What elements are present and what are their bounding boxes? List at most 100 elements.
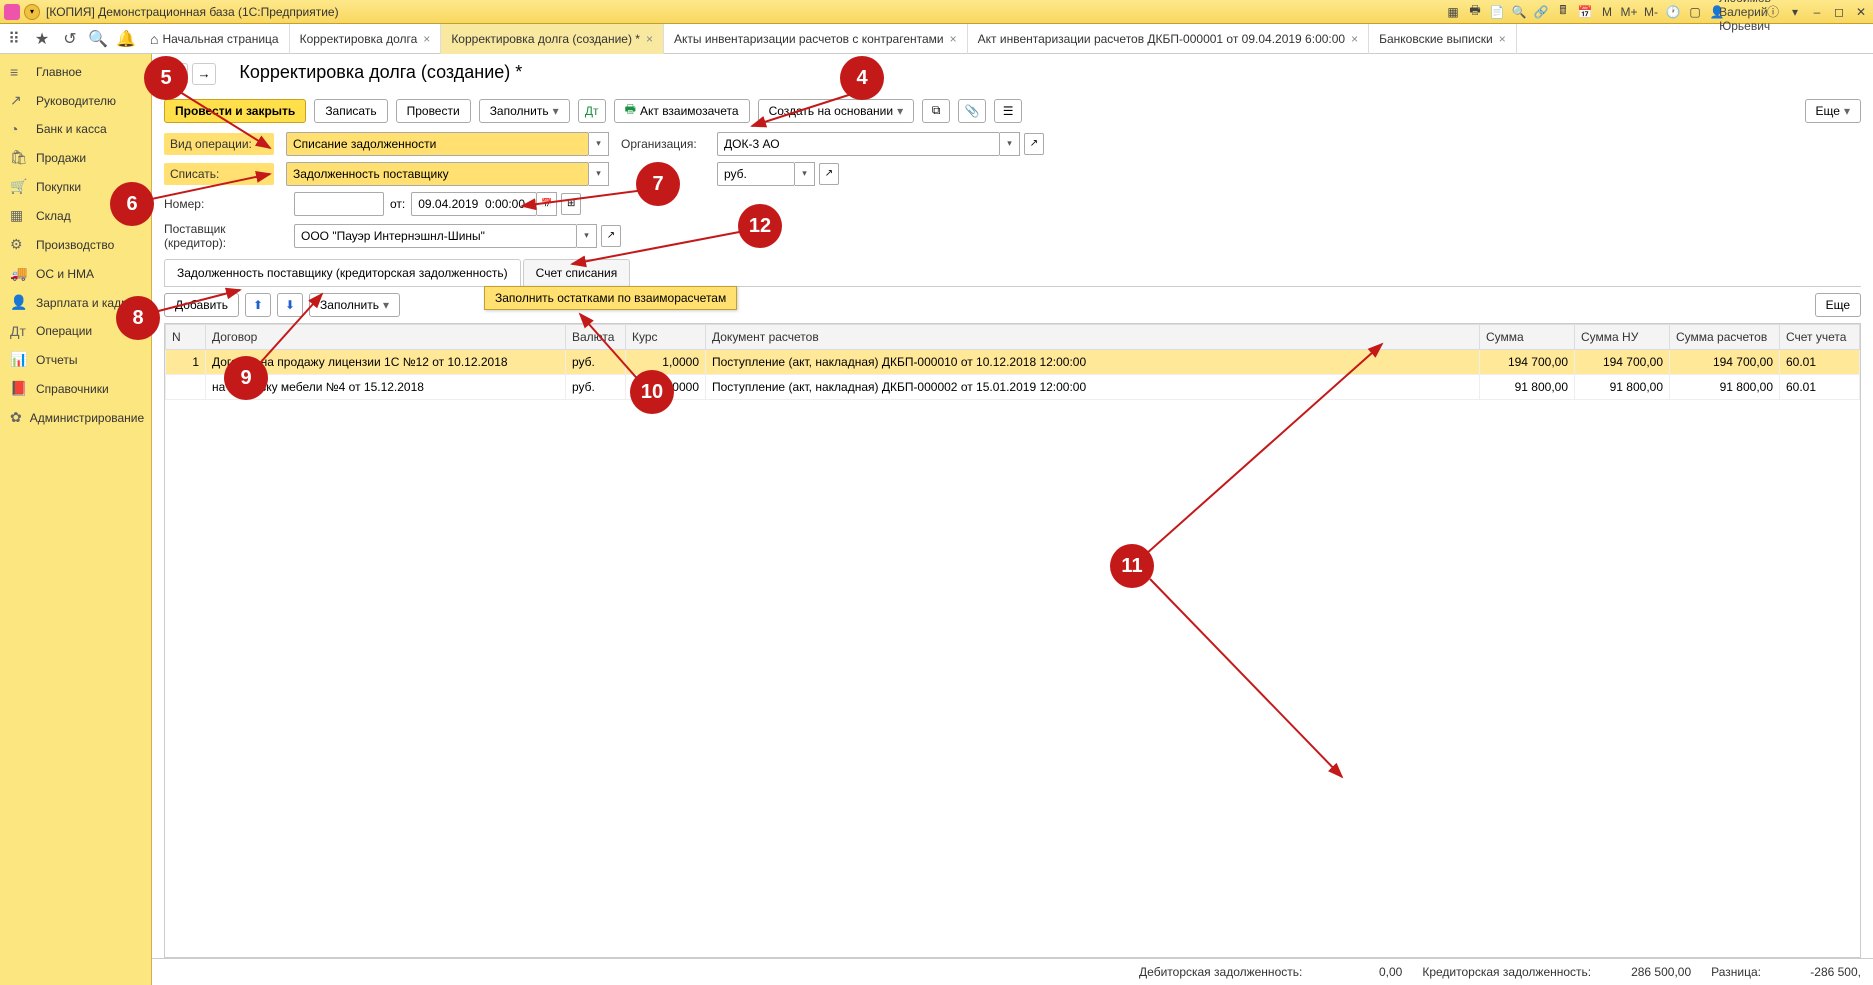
maximize-icon[interactable]: ◻	[1831, 4, 1847, 20]
tab-2[interactable]: Корректировка долга (создание) *×	[441, 24, 664, 54]
post-button[interactable]: Провести	[396, 99, 471, 123]
supplier-open[interactable]: ↗	[601, 225, 621, 247]
sidebar-item-3[interactable]: 🛍Продажи	[0, 143, 151, 172]
org-input[interactable]	[717, 132, 1000, 156]
sidebar-item-11[interactable]: 📕Справочники	[0, 374, 151, 403]
th-rate[interactable]: Курс	[626, 324, 706, 349]
supplier-drop[interactable]: ▾	[577, 224, 597, 248]
sidebar-item-0[interactable]: ≡Главное	[0, 58, 151, 86]
post-and-close-button[interactable]: Провести и закрыть	[164, 99, 306, 123]
fill-by-balance-item[interactable]: Заполнить остатками по взаиморасчетам	[495, 291, 726, 305]
tab-close-icon[interactable]: ×	[1499, 32, 1506, 46]
bell-icon[interactable]: 🔔	[112, 25, 140, 53]
date-cal-icon[interactable]: 📅	[537, 192, 557, 216]
act-offset-button[interactable]: 🖶Акт взаимозачета	[614, 99, 750, 123]
dt-kt-icon[interactable]: Дт	[578, 99, 606, 123]
info-icon[interactable]: ⓘ	[1765, 4, 1781, 20]
subtab-account[interactable]: Счет списания	[523, 259, 631, 286]
tb-icon-1[interactable]: ▦	[1445, 4, 1461, 20]
date-ext[interactable]: ⊞	[561, 193, 581, 215]
currency-input[interactable]	[717, 162, 795, 186]
table-more-button[interactable]: Еще	[1815, 293, 1861, 317]
sidebar-item-4[interactable]: 🛒Покупки	[0, 172, 151, 201]
tab-0[interactable]: Начальная страница	[140, 24, 290, 54]
attach-icon[interactable]: 📎	[958, 99, 986, 123]
tab-close-icon[interactable]: ×	[950, 32, 957, 46]
sidebar-item-9[interactable]: ДтОперации	[0, 317, 151, 345]
th-contract[interactable]: Договор	[206, 324, 566, 349]
th-sum-nu[interactable]: Сумма НУ	[1575, 324, 1670, 349]
history-icon[interactable]: ↺	[56, 25, 84, 53]
sidebar-item-12[interactable]: ✿Администрирование	[0, 403, 151, 432]
org-open[interactable]: ↗	[1024, 133, 1044, 155]
sidebar-item-7[interactable]: 🚚ОС и НМА	[0, 259, 151, 288]
tab-close-icon[interactable]: ×	[1351, 32, 1358, 46]
sidebar-item-1[interactable]: ↗Руководителю	[0, 86, 151, 115]
op-type-input[interactable]	[286, 132, 589, 156]
tb-m[interactable]: M	[1599, 4, 1615, 20]
nav-back-button[interactable]: ←	[164, 63, 188, 85]
tab-5[interactable]: Банковские выписки×	[1369, 24, 1517, 54]
op-type-drop[interactable]: ▾	[589, 132, 609, 156]
table-row[interactable]: 1Договор на продажу лицензии 1С №12 от 1…	[166, 349, 1860, 374]
create-based-button[interactable]: Создать на основании	[758, 99, 915, 123]
date-input[interactable]	[411, 192, 537, 216]
th-sum-calc[interactable]: Сумма расчетов	[1670, 324, 1780, 349]
currency-open[interactable]: ↗	[819, 163, 839, 185]
table-fill-button[interactable]: Заполнить	[309, 293, 400, 317]
app-menu-drop[interactable]: ▾	[24, 4, 40, 20]
table-row[interactable]: на поставку мебели №4 от 15.12.2018руб.1…	[166, 374, 1860, 399]
sidebar-item-6[interactable]: ⚙Производство	[0, 230, 151, 259]
user-name[interactable]: Любимов Валерий Юрьевич	[1737, 4, 1753, 20]
sidebar-item-5[interactable]: ▦Склад	[0, 201, 151, 230]
number-input[interactable]	[294, 192, 384, 216]
close-window-icon[interactable]: ✕	[1853, 4, 1869, 20]
sidebar-label: Руководителю	[36, 94, 116, 108]
list-icon[interactable]: ☰	[994, 99, 1022, 123]
move-up-button[interactable]: ⬆	[245, 293, 271, 317]
tb-icon-cal[interactable]: 📅	[1577, 4, 1593, 20]
tab-close-icon[interactable]: ×	[646, 32, 653, 46]
search-icon[interactable]: 🔍	[84, 25, 112, 53]
sidebar-item-8[interactable]: 👤Зарплата и кадры	[0, 288, 151, 317]
th-currency[interactable]: Валюта	[566, 324, 626, 349]
supplier-input[interactable]	[294, 224, 577, 248]
tb-icon-search[interactable]: 🔍	[1511, 4, 1527, 20]
th-doc[interactable]: Документ расчетов	[706, 324, 1480, 349]
minimize-icon[interactable]: –	[1809, 4, 1825, 20]
fill-dropdown-menu[interactable]: Заполнить остатками по взаиморасчетам	[484, 286, 737, 310]
tab-close-icon[interactable]: ×	[423, 32, 430, 46]
tb-icon-doc[interactable]: 📄	[1489, 4, 1505, 20]
add-row-button[interactable]: Добавить	[164, 293, 239, 317]
th-n[interactable]: N	[166, 324, 206, 349]
th-account[interactable]: Счет учета	[1780, 324, 1860, 349]
star-icon[interactable]: ★	[28, 25, 56, 53]
tab-4[interactable]: Акт инвентаризации расчетов ДКБП-000001 …	[968, 24, 1369, 54]
subtab-debt[interactable]: Задолженность поставщику (кредиторская з…	[164, 259, 521, 286]
write-button[interactable]: Записать	[314, 99, 387, 123]
org-drop[interactable]: ▾	[1000, 132, 1020, 156]
tb-mp[interactable]: M+	[1621, 4, 1637, 20]
related-icon[interactable]: ⧉	[922, 99, 950, 123]
sidebar-icon: 👤	[10, 294, 28, 311]
tb-icon-calc[interactable]: 🖩	[1555, 4, 1571, 20]
tb-icon-print[interactable]: 🖶	[1467, 4, 1483, 20]
fill-button[interactable]: Заполнить	[479, 99, 570, 123]
drop2-icon[interactable]: ▾	[1787, 4, 1803, 20]
more-button[interactable]: Еще	[1805, 99, 1861, 123]
tb-icon-clock[interactable]: 🕐	[1665, 4, 1681, 20]
write-off-drop[interactable]: ▾	[589, 162, 609, 186]
currency-drop[interactable]: ▾	[795, 162, 815, 186]
nav-fwd-button[interactable]: →	[192, 63, 216, 85]
move-down-button[interactable]: ⬇	[277, 293, 303, 317]
tb-icon-link[interactable]: 🔗	[1533, 4, 1549, 20]
tab-1[interactable]: Корректировка долга×	[290, 24, 442, 54]
th-sum[interactable]: Сумма	[1480, 324, 1575, 349]
sidebar-item-10[interactable]: 📊Отчеты	[0, 345, 151, 374]
tab-3[interactable]: Акты инвентаризации расчетов с контраген…	[664, 24, 968, 54]
tb-icon-box[interactable]: ▢	[1687, 4, 1703, 20]
sidebar-item-2[interactable]: ◔Банк и касса	[0, 115, 151, 143]
tb-mm[interactable]: M-	[1643, 4, 1659, 20]
apps-icon[interactable]: ⠿	[0, 25, 28, 53]
write-off-input[interactable]	[286, 162, 589, 186]
